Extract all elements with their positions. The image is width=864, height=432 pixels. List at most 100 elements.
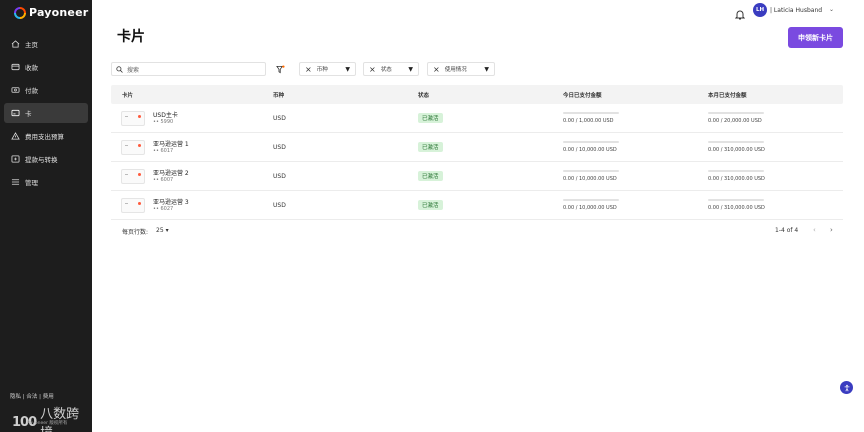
watermark-small-text: Payoneer 版权所有 bbox=[27, 421, 68, 426]
spend-progress-bar bbox=[563, 170, 619, 172]
chevron-left-icon[interactable]: ‹ bbox=[813, 226, 816, 234]
status-badge: 已激活 bbox=[418, 142, 443, 152]
spend-progress-bar bbox=[563, 112, 619, 114]
chevron-right-icon[interactable]: › bbox=[830, 226, 833, 234]
currency-filter-chip[interactable]: × 币种 ▼ bbox=[299, 62, 356, 76]
search-input[interactable]: 搜索 bbox=[111, 62, 266, 76]
user-name[interactable]: | Laticia Husband bbox=[770, 7, 822, 14]
app-root: Payoneer 主页 收款 付款 卡 费用支出预算 提款与转换 管理 隐私 |… bbox=[0, 0, 864, 432]
today-spend-amount: 0.00 / 10,000.00 USD bbox=[563, 205, 617, 211]
status-badge: 已激活 bbox=[418, 113, 443, 123]
rows-per-page-select[interactable]: 25 ▾ bbox=[156, 227, 169, 234]
column-header-month-spent[interactable]: 本月已支付金额 bbox=[708, 91, 747, 99]
card-currency: USD bbox=[273, 173, 286, 180]
user-avatar[interactable]: LH bbox=[753, 3, 767, 17]
filter-icon bbox=[275, 64, 285, 73]
card-thumbnail bbox=[121, 198, 145, 213]
column-header-status[interactable]: 状态 bbox=[418, 91, 429, 99]
sidebar-item-label: 收款 bbox=[25, 64, 38, 72]
table-row[interactable]: 亚马逊运营 2 •• 6007 USD 已激活 0.00 / 10,000.00… bbox=[111, 162, 843, 191]
rows-per-page-label: 每页行数: bbox=[122, 229, 149, 236]
rows-per-page-value: 25 bbox=[156, 227, 164, 234]
month-spend-amount: 0.00 / 20,000.00 USD bbox=[708, 118, 762, 124]
card-number: •• 6027 bbox=[153, 206, 174, 212]
spend-progress-bar bbox=[708, 170, 764, 172]
sidebar-item-cards[interactable]: 卡 bbox=[4, 103, 88, 123]
caret-down-icon: ▼ bbox=[408, 65, 413, 73]
accessibility-button[interactable] bbox=[840, 381, 853, 394]
card-currency: USD bbox=[273, 202, 286, 209]
sidebar-item-receive[interactable]: 收款 bbox=[4, 57, 88, 77]
column-header-card[interactable]: 卡片 bbox=[122, 91, 133, 99]
spend-progress-bar bbox=[708, 112, 764, 114]
sidebar-footer-links[interactable]: 隐私 | 合法 | 费用 bbox=[10, 392, 54, 400]
sidebar-item-withdraw[interactable]: 提款与转换 bbox=[4, 149, 88, 169]
today-spend: 0.00 / 10,000.00 USD bbox=[563, 199, 619, 211]
table-header: 卡片 币种 状态 今日已支付金额 本月已支付金额 bbox=[111, 85, 843, 104]
caret-down-icon: ▾ bbox=[165, 227, 169, 234]
column-header-today-spent[interactable]: 今日已支付金额 bbox=[563, 91, 602, 99]
table-row[interactable]: USD主卡 •• 5990 USD 已激活 0.00 / 1,000.00 US… bbox=[111, 104, 843, 133]
close-icon[interactable]: × bbox=[305, 65, 312, 74]
new-card-button[interactable]: 申领新卡片 bbox=[788, 27, 843, 48]
card-currency: USD bbox=[273, 144, 286, 151]
card-icon bbox=[11, 109, 20, 117]
sidebar-item-pay[interactable]: 付款 bbox=[4, 80, 88, 100]
card-currency: USD bbox=[273, 115, 286, 122]
month-spend-amount: 0.00 / 310,000.00 USD bbox=[708, 147, 765, 153]
sidebar-item-budget[interactable]: 费用支出预算 bbox=[4, 126, 88, 146]
caret-down-icon: ▼ bbox=[345, 65, 350, 73]
month-spend-amount: 0.00 / 310,000.00 USD bbox=[708, 205, 765, 211]
home-icon bbox=[11, 40, 20, 48]
column-header-currency[interactable]: 币种 bbox=[273, 91, 284, 99]
card-number: •• 5990 bbox=[153, 119, 174, 125]
chip-label: 使用情况 bbox=[444, 67, 467, 73]
caret-down-icon: ▼ bbox=[484, 65, 489, 73]
today-spend-amount: 0.00 / 1,000.00 USD bbox=[563, 118, 614, 124]
card-number: •• 6017 bbox=[153, 148, 174, 154]
today-spend-amount: 0.00 / 10,000.00 USD bbox=[563, 176, 617, 182]
card-thumbnail bbox=[121, 111, 145, 126]
status-badge: 已激活 bbox=[418, 200, 443, 210]
pay-icon bbox=[11, 86, 20, 94]
spend-progress-bar bbox=[708, 141, 764, 143]
month-spend: 0.00 / 310,000.00 USD bbox=[708, 141, 765, 153]
close-icon[interactable]: × bbox=[433, 65, 440, 74]
withdraw-icon bbox=[11, 155, 20, 163]
today-spend: 0.00 / 1,000.00 USD bbox=[563, 112, 619, 124]
filter-button[interactable] bbox=[271, 61, 289, 77]
sidebar-item-label: 卡 bbox=[25, 110, 32, 118]
sidebar-item-label: 付款 bbox=[25, 87, 38, 95]
today-spend: 0.00 / 10,000.00 USD bbox=[563, 170, 619, 182]
sidebar-item-label: 主页 bbox=[25, 41, 38, 49]
sidebar: Payoneer 主页 收款 付款 卡 费用支出预算 提款与转换 管理 隐私 |… bbox=[0, 0, 92, 432]
sidebar-item-label: 费用支出预算 bbox=[25, 133, 64, 141]
logo-text: Payoneer bbox=[29, 6, 89, 19]
status-filter-chip[interactable]: × 状态 ▼ bbox=[363, 62, 419, 76]
chip-label: 状态 bbox=[380, 67, 392, 73]
payoneer-logo[interactable]: Payoneer bbox=[14, 6, 88, 19]
table-row[interactable]: 亚马逊运营 1 •• 6017 USD 已激活 0.00 / 10,000.00… bbox=[111, 133, 843, 162]
spend-progress-bar bbox=[708, 199, 764, 201]
watermark-text: 八数跨境 bbox=[40, 407, 80, 432]
table-row[interactable]: 亚马逊运营 3 •• 6027 USD 已激活 0.00 / 10,000.00… bbox=[111, 191, 843, 220]
spend-progress-bar bbox=[563, 199, 619, 201]
search-placeholder: 搜索 bbox=[127, 66, 140, 74]
card-name: USD主卡 bbox=[153, 112, 178, 119]
receive-icon bbox=[11, 63, 20, 71]
card-thumbnail bbox=[121, 140, 145, 155]
today-spend-amount: 0.00 / 10,000.00 USD bbox=[563, 147, 617, 153]
usage-filter-chip[interactable]: × 使用情况 ▼ bbox=[427, 62, 495, 76]
page-title: 卡片 bbox=[117, 29, 145, 45]
chevron-down-icon[interactable]: ⌄ bbox=[829, 6, 834, 13]
budget-icon bbox=[11, 132, 20, 140]
sidebar-item-manage[interactable]: 管理 bbox=[4, 172, 88, 192]
card-name: 亚马逊运营 2 bbox=[153, 170, 189, 177]
sidebar-item-label: 提款与转换 bbox=[25, 156, 58, 164]
notification-bell-icon[interactable] bbox=[734, 5, 746, 20]
close-icon[interactable]: × bbox=[369, 65, 376, 74]
search-icon bbox=[116, 65, 123, 73]
sidebar-item-home[interactable]: 主页 bbox=[4, 34, 88, 54]
sidebar-item-label: 管理 bbox=[25, 179, 38, 187]
card-number: •• 6007 bbox=[153, 177, 174, 183]
